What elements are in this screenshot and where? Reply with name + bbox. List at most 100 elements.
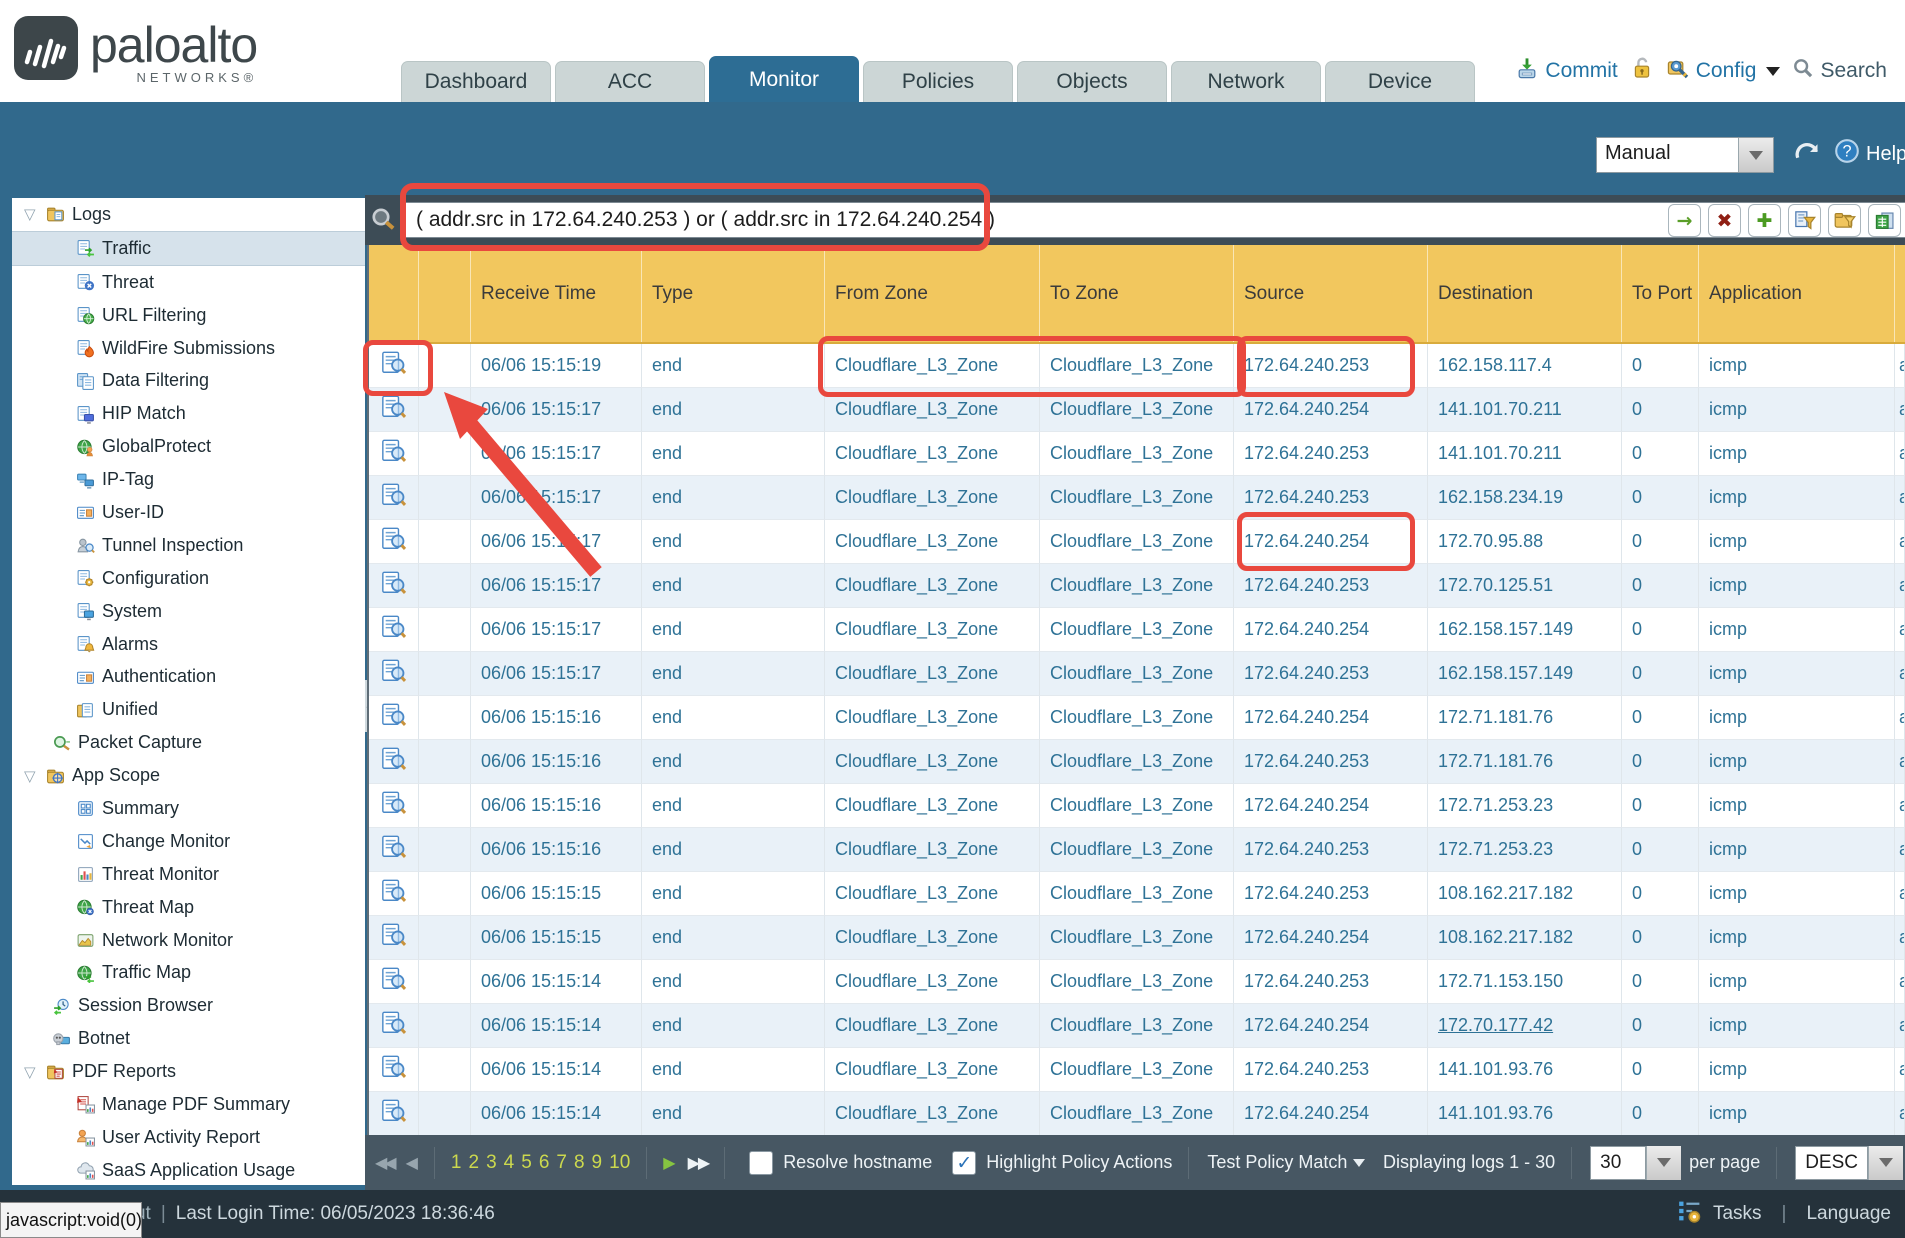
cell-destination[interactable]: 162.158.157.149 — [1428, 608, 1622, 652]
cell-receive-time[interactable]: 06/06 15:15:15 — [471, 916, 642, 960]
cell-type[interactable]: end — [642, 564, 825, 608]
cell-receive-time[interactable]: 06/06 15:15:17 — [471, 520, 642, 564]
config-menu-button[interactable]: Config — [1666, 56, 1781, 86]
cell-to-zone[interactable]: Cloudflare_L3_Zone — [1040, 916, 1234, 960]
cell-receive-time[interactable]: 06/06 15:15:19 — [471, 344, 642, 388]
cell-type[interactable]: end — [642, 476, 825, 520]
page-number-8[interactable]: 8 — [574, 1152, 585, 1174]
cell-application[interactable]: icmp — [1699, 652, 1895, 696]
log-detail-button[interactable] — [369, 960, 419, 1004]
cell-application[interactable]: icmp — [1699, 432, 1895, 476]
cell-destination[interactable]: 141.101.70.211 — [1428, 388, 1622, 432]
log-detail-button[interactable] — [369, 740, 419, 784]
sidebar-item-url-filtering[interactable]: URL Filtering — [12, 299, 365, 332]
cell-source[interactable]: 172.64.240.253 — [1234, 1048, 1428, 1092]
cell-source[interactable]: 172.64.240.253 — [1234, 828, 1428, 872]
log-detail-button[interactable] — [369, 344, 419, 388]
cell-type[interactable]: end — [642, 388, 825, 432]
highlight-policy-actions-checkbox[interactable]: ✓ — [952, 1151, 976, 1175]
cell-type[interactable]: end — [642, 916, 825, 960]
cell-to-port[interactable]: 0 — [1622, 520, 1699, 564]
page-number-1[interactable]: 1 — [451, 1152, 462, 1174]
sidebar-item-traffic-map[interactable]: Traffic Map — [12, 956, 365, 989]
cell-action[interactable]: al — [1895, 388, 1905, 432]
cell-from-zone[interactable]: Cloudflare_L3_Zone — [825, 696, 1040, 740]
cell-destination[interactable]: 141.101.70.211 — [1428, 432, 1622, 476]
cell-receive-time[interactable]: 06/06 15:15:16 — [471, 828, 642, 872]
sidebar-item-saas-application-usage[interactable]: SaaS Application Usage — [12, 1154, 365, 1185]
cell-to-port[interactable]: 0 — [1622, 476, 1699, 520]
cell-source[interactable]: 172.64.240.254 — [1234, 520, 1428, 564]
cell-type[interactable]: end — [642, 432, 825, 476]
cell-to-zone[interactable]: Cloudflare_L3_Zone — [1040, 1004, 1234, 1048]
cell-to-port[interactable]: 0 — [1622, 740, 1699, 784]
cell-source[interactable]: 172.64.240.253 — [1234, 740, 1428, 784]
cell-to-port[interactable]: 0 — [1622, 388, 1699, 432]
sidebar-item-change-monitor[interactable]: Change Monitor — [12, 825, 365, 858]
commit-button[interactable]: Commit — [1515, 56, 1617, 86]
sidebar-item-hip-match[interactable]: HIP Match — [12, 397, 365, 430]
sidebar-item-session-browser[interactable]: Session Browser — [12, 989, 365, 1022]
sidebar-item-globalprotect[interactable]: GlobalProtect — [12, 430, 365, 463]
column-header-application[interactable]: Application — [1699, 245, 1895, 342]
load-filter-button[interactable] — [1828, 204, 1861, 237]
sidebar-item-authentication[interactable]: Authentication — [12, 660, 365, 693]
cell-destination[interactable]: 108.162.217.182 — [1428, 916, 1622, 960]
cell-destination[interactable]: 141.101.93.76 — [1428, 1048, 1622, 1092]
cell-source[interactable]: 172.64.240.254 — [1234, 608, 1428, 652]
cell-receive-time[interactable]: 06/06 15:15:17 — [471, 476, 642, 520]
cell-from-zone[interactable]: Cloudflare_L3_Zone — [825, 344, 1040, 388]
log-detail-button[interactable] — [369, 1048, 419, 1092]
cell-receive-time[interactable]: 06/06 15:15:14 — [471, 960, 642, 1004]
cell-destination[interactable]: 162.158.234.19 — [1428, 476, 1622, 520]
cell-action[interactable]: al — [1895, 1004, 1905, 1048]
cell-destination[interactable]: 172.70.125.51 — [1428, 564, 1622, 608]
cell-receive-time[interactable]: 06/06 15:15:16 — [471, 740, 642, 784]
cell-source[interactable]: 172.64.240.253 — [1234, 652, 1428, 696]
log-detail-button[interactable] — [369, 608, 419, 652]
first-page-button[interactable]: ◀◀ — [375, 1153, 394, 1172]
tab-acc[interactable]: ACC — [555, 61, 705, 102]
cell-to-zone[interactable]: Cloudflare_L3_Zone — [1040, 1048, 1234, 1092]
column-header-from-zone[interactable]: From Zone — [825, 245, 1040, 342]
cell-destination[interactable]: 162.158.157.149 — [1428, 652, 1622, 696]
cell-to-port[interactable]: 0 — [1622, 872, 1699, 916]
per-page-dropdown-button[interactable] — [1646, 1146, 1681, 1180]
cell-receive-time[interactable]: 06/06 15:15:14 — [471, 1092, 642, 1135]
refresh-interval-dropdown-button[interactable] — [1738, 138, 1773, 172]
sidebar-item-network-monitor[interactable]: Network Monitor — [12, 924, 365, 957]
cell-from-zone[interactable]: Cloudflare_L3_Zone — [825, 960, 1040, 1004]
sidebar-item-user-activity-report[interactable]: User Activity Report — [12, 1121, 365, 1154]
column-header-blank[interactable] — [369, 245, 419, 342]
cell-action[interactable]: al — [1895, 432, 1905, 476]
refresh-button[interactable] — [1792, 139, 1822, 174]
cell-application[interactable]: icmp — [1699, 520, 1895, 564]
cell-application[interactable]: icmp — [1699, 784, 1895, 828]
cell-destination[interactable]: 162.158.117.4 — [1428, 344, 1622, 388]
cell-to-zone[interactable]: Cloudflare_L3_Zone — [1040, 960, 1234, 1004]
cell-action[interactable]: al — [1895, 960, 1905, 1004]
cell-type[interactable]: end — [642, 1004, 825, 1048]
lock-icon[interactable] — [1630, 56, 1654, 86]
cell-to-zone[interactable]: Cloudflare_L3_Zone — [1040, 1092, 1234, 1135]
cell-to-zone[interactable]: Cloudflare_L3_Zone — [1040, 740, 1234, 784]
cell-from-zone[interactable]: Cloudflare_L3_Zone — [825, 476, 1040, 520]
resolve-hostname-checkbox[interactable] — [749, 1151, 773, 1175]
page-number-9[interactable]: 9 — [592, 1152, 603, 1174]
sidebar-item-wildfire-submissions[interactable]: WildFire Submissions — [12, 332, 365, 365]
cell-to-port[interactable]: 0 — [1622, 916, 1699, 960]
sidebar-item-alarms[interactable]: Alarms — [12, 628, 365, 661]
cell-from-zone[interactable]: Cloudflare_L3_Zone — [825, 608, 1040, 652]
cell-type[interactable]: end — [642, 344, 825, 388]
tab-policies[interactable]: Policies — [863, 61, 1013, 102]
sidebar-item-threat-map[interactable]: Threat Map — [12, 891, 365, 924]
sort-order-select[interactable]: DESC — [1795, 1146, 1903, 1180]
cell-source[interactable]: 172.64.240.253 — [1234, 564, 1428, 608]
tab-dashboard[interactable]: Dashboard — [401, 61, 551, 102]
cell-receive-time[interactable]: 06/06 15:15:14 — [471, 1048, 642, 1092]
cell-from-zone[interactable]: Cloudflare_L3_Zone — [825, 652, 1040, 696]
cell-to-zone[interactable]: Cloudflare_L3_Zone — [1040, 388, 1234, 432]
cell-type[interactable]: end — [642, 652, 825, 696]
column-header-to-port[interactable]: To Port — [1622, 245, 1699, 342]
cell-from-zone[interactable]: Cloudflare_L3_Zone — [825, 1092, 1040, 1135]
